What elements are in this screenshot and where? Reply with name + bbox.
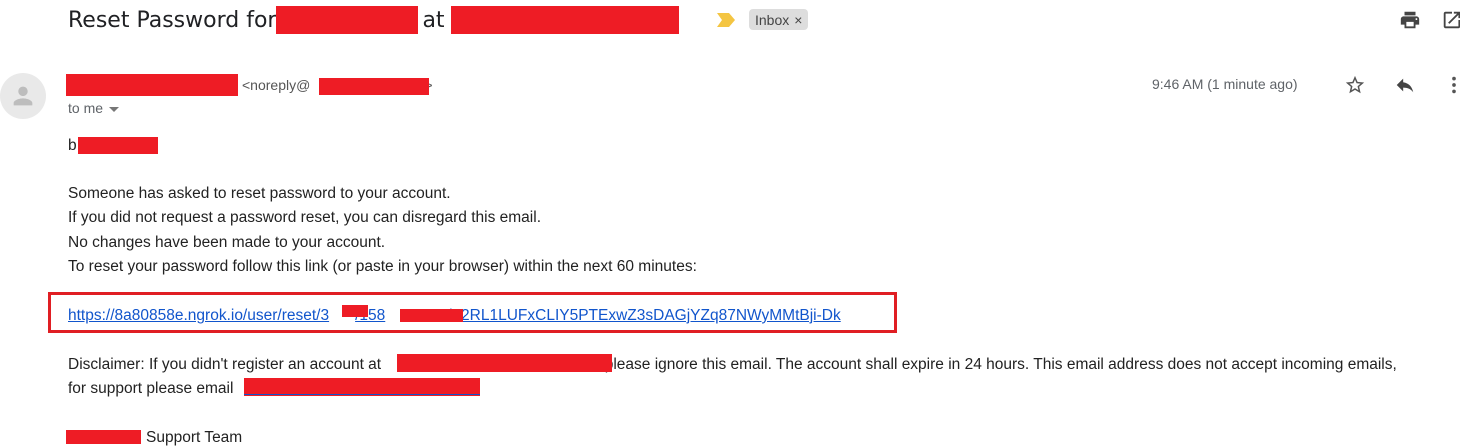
signoff: Support Team <box>146 429 243 446</box>
disclaimer-line-1: Disclaimer: If you didn't register an ac… <box>68 356 1397 374</box>
dropdown-caret-icon <box>109 106 120 112</box>
recipient-details-toggle[interactable]: to me <box>68 100 120 116</box>
redacted-site <box>450 6 679 34</box>
inbox-label-text: Inbox <box>755 11 790 28</box>
print-icon[interactable] <box>1398 8 1422 32</box>
star-icon[interactable] <box>1343 73 1367 97</box>
subject-text-part1: Reset Password for <box>68 7 277 33</box>
recipient-text: to me <box>68 100 104 116</box>
body-line-4: To reset your password follow this link … <box>68 258 697 275</box>
link-text-start: https://8a80858e.ngrok.io/user/reset/3 <box>68 307 330 324</box>
support-email-underline <box>244 394 480 395</box>
redacted-company-name <box>66 430 141 444</box>
greeting: b <box>68 137 77 154</box>
redacted-recipient-name <box>78 137 158 154</box>
redacted-sender-domain <box>319 78 429 95</box>
disclaimer-line-1-end: , please ignore this email. The account … <box>596 356 1397 373</box>
body-line-3: No changes have been made to your accoun… <box>68 234 386 251</box>
link-text-end: /F2RL1LUFxCLIY5PTExwZ3sDAGjYZq87NWyMMtBj… <box>447 307 841 324</box>
email-subject: Reset Password for at <box>68 2 679 38</box>
redacted-link-part-2 <box>400 309 463 322</box>
redacted-name <box>276 6 419 34</box>
subject-text-part2: at <box>422 7 445 33</box>
open-in-new-window-icon[interactable] <box>1440 8 1460 32</box>
redacted-link-part-1 <box>342 305 368 317</box>
remove-label-button[interactable]: × <box>794 12 802 28</box>
more-options-icon[interactable] <box>1442 73 1460 97</box>
email-timestamp: 9:46 AM (1 minute ago) <box>1152 76 1298 92</box>
body-line-1: Someone has asked to reset password to y… <box>68 185 451 202</box>
importance-marker-icon[interactable] <box>716 12 736 28</box>
disclaimer-line-2: for support please email <box>68 380 234 397</box>
body-line-2: If you did not request a password reset,… <box>68 209 541 226</box>
sender-email-prefix: <noreply@ <box>242 77 311 93</box>
disclaimer-line-1-start: Disclaimer: If you didn't register an ac… <box>68 356 382 373</box>
reply-icon[interactable] <box>1393 73 1417 97</box>
inbox-label-chip: Inbox × <box>749 9 809 30</box>
avatar-person-icon <box>0 73 46 119</box>
redacted-sender-name <box>66 74 238 96</box>
redacted-site-name <box>397 354 612 372</box>
